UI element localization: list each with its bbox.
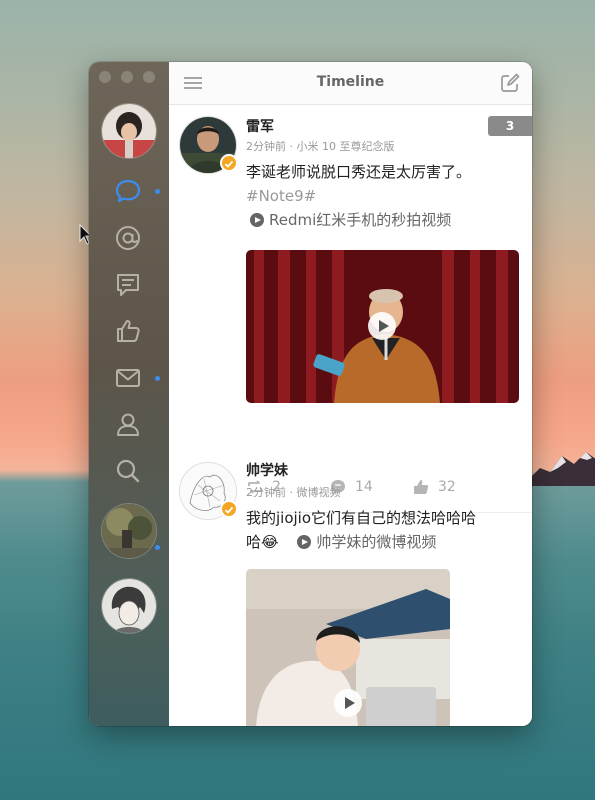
post-meta: 2分钟前 · 小米 10 至尊纪念版 (246, 140, 395, 153)
post-meta: 2分钟前 · 微博视频 (246, 486, 341, 499)
post-video-thumbnail[interactable] (246, 250, 519, 403)
comment-count: 14 (355, 479, 373, 495)
video-link-label: Redmi红米手机的秒拍视频 (269, 211, 452, 229)
post-hashtag[interactable]: #Note9# (246, 184, 526, 208)
profile-icon[interactable] (113, 410, 143, 440)
window-close-button[interactable] (99, 71, 111, 83)
like-count: 32 (438, 479, 456, 495)
unread-dot-messages (155, 189, 160, 194)
unread-dot-account-2 (155, 545, 160, 550)
current-account-avatar[interactable] (101, 103, 157, 159)
play-button-icon[interactable] (334, 689, 362, 717)
mountain-silhouette (530, 452, 595, 486)
verified-badge-icon (220, 154, 238, 172)
timeline-panel: Timeline 3 雷军 2分钟前 · 小米 10 至尊纪念版 李诞老师说脱口… (169, 62, 532, 726)
window-minimize-button[interactable] (121, 71, 133, 83)
play-circle-icon (250, 213, 264, 227)
app-window: Timeline 3 雷军 2分钟前 · 小米 10 至尊纪念版 李诞老师说脱口… (89, 62, 532, 726)
video-link[interactable]: Redmi红米手机的秒拍视频 (246, 208, 526, 232)
video-link-label: 帅学妹的微博视频 (316, 533, 437, 551)
sidebar (89, 62, 169, 726)
compose-icon[interactable] (500, 73, 520, 93)
title-bar: Timeline (169, 62, 532, 105)
thumbs-up-icon[interactable] (113, 316, 143, 346)
verified-badge-icon (220, 500, 238, 518)
window-title: Timeline (316, 74, 385, 90)
post-body-line2: 哈😂 (246, 533, 279, 551)
account-avatar-2[interactable] (101, 503, 157, 559)
mail-icon[interactable] (113, 363, 143, 393)
new-posts-count-badge[interactable]: 3 (488, 116, 532, 136)
post-body-line1: 我的jiojio它们有自己的想法哈哈哈 (246, 509, 477, 527)
like-icon (414, 480, 429, 494)
play-button-icon[interactable] (368, 312, 396, 340)
unread-dot-mail (155, 376, 160, 381)
post-text: 李诞老师说脱口秀还是太厉害了。 #Note9# Redmi红米手机的秒拍视频 (246, 160, 526, 232)
search-icon[interactable] (113, 456, 143, 486)
post-body: 李诞老师说脱口秀还是太厉害了。 (246, 163, 472, 181)
post-author-name[interactable]: 雷军 (246, 116, 274, 136)
post-video-thumbnail[interactable] (246, 569, 450, 726)
play-circle-icon (297, 535, 312, 549)
video-link[interactable]: 帅学妹的微博视频 (297, 533, 436, 551)
at-sign-icon[interactable] (113, 223, 143, 253)
comment-list-icon[interactable] (113, 270, 143, 300)
account-avatar-3[interactable] (101, 578, 157, 634)
chat-bubble-icon[interactable] (113, 176, 143, 206)
like-button[interactable]: 32 (412, 478, 456, 496)
window-zoom-button[interactable] (143, 71, 155, 83)
post-author-name[interactable]: 帅学妹 (246, 460, 288, 480)
post-text: 我的jiojio它们有自己的想法哈哈哈 哈😂 帅学妹的微博视频 (246, 506, 526, 554)
